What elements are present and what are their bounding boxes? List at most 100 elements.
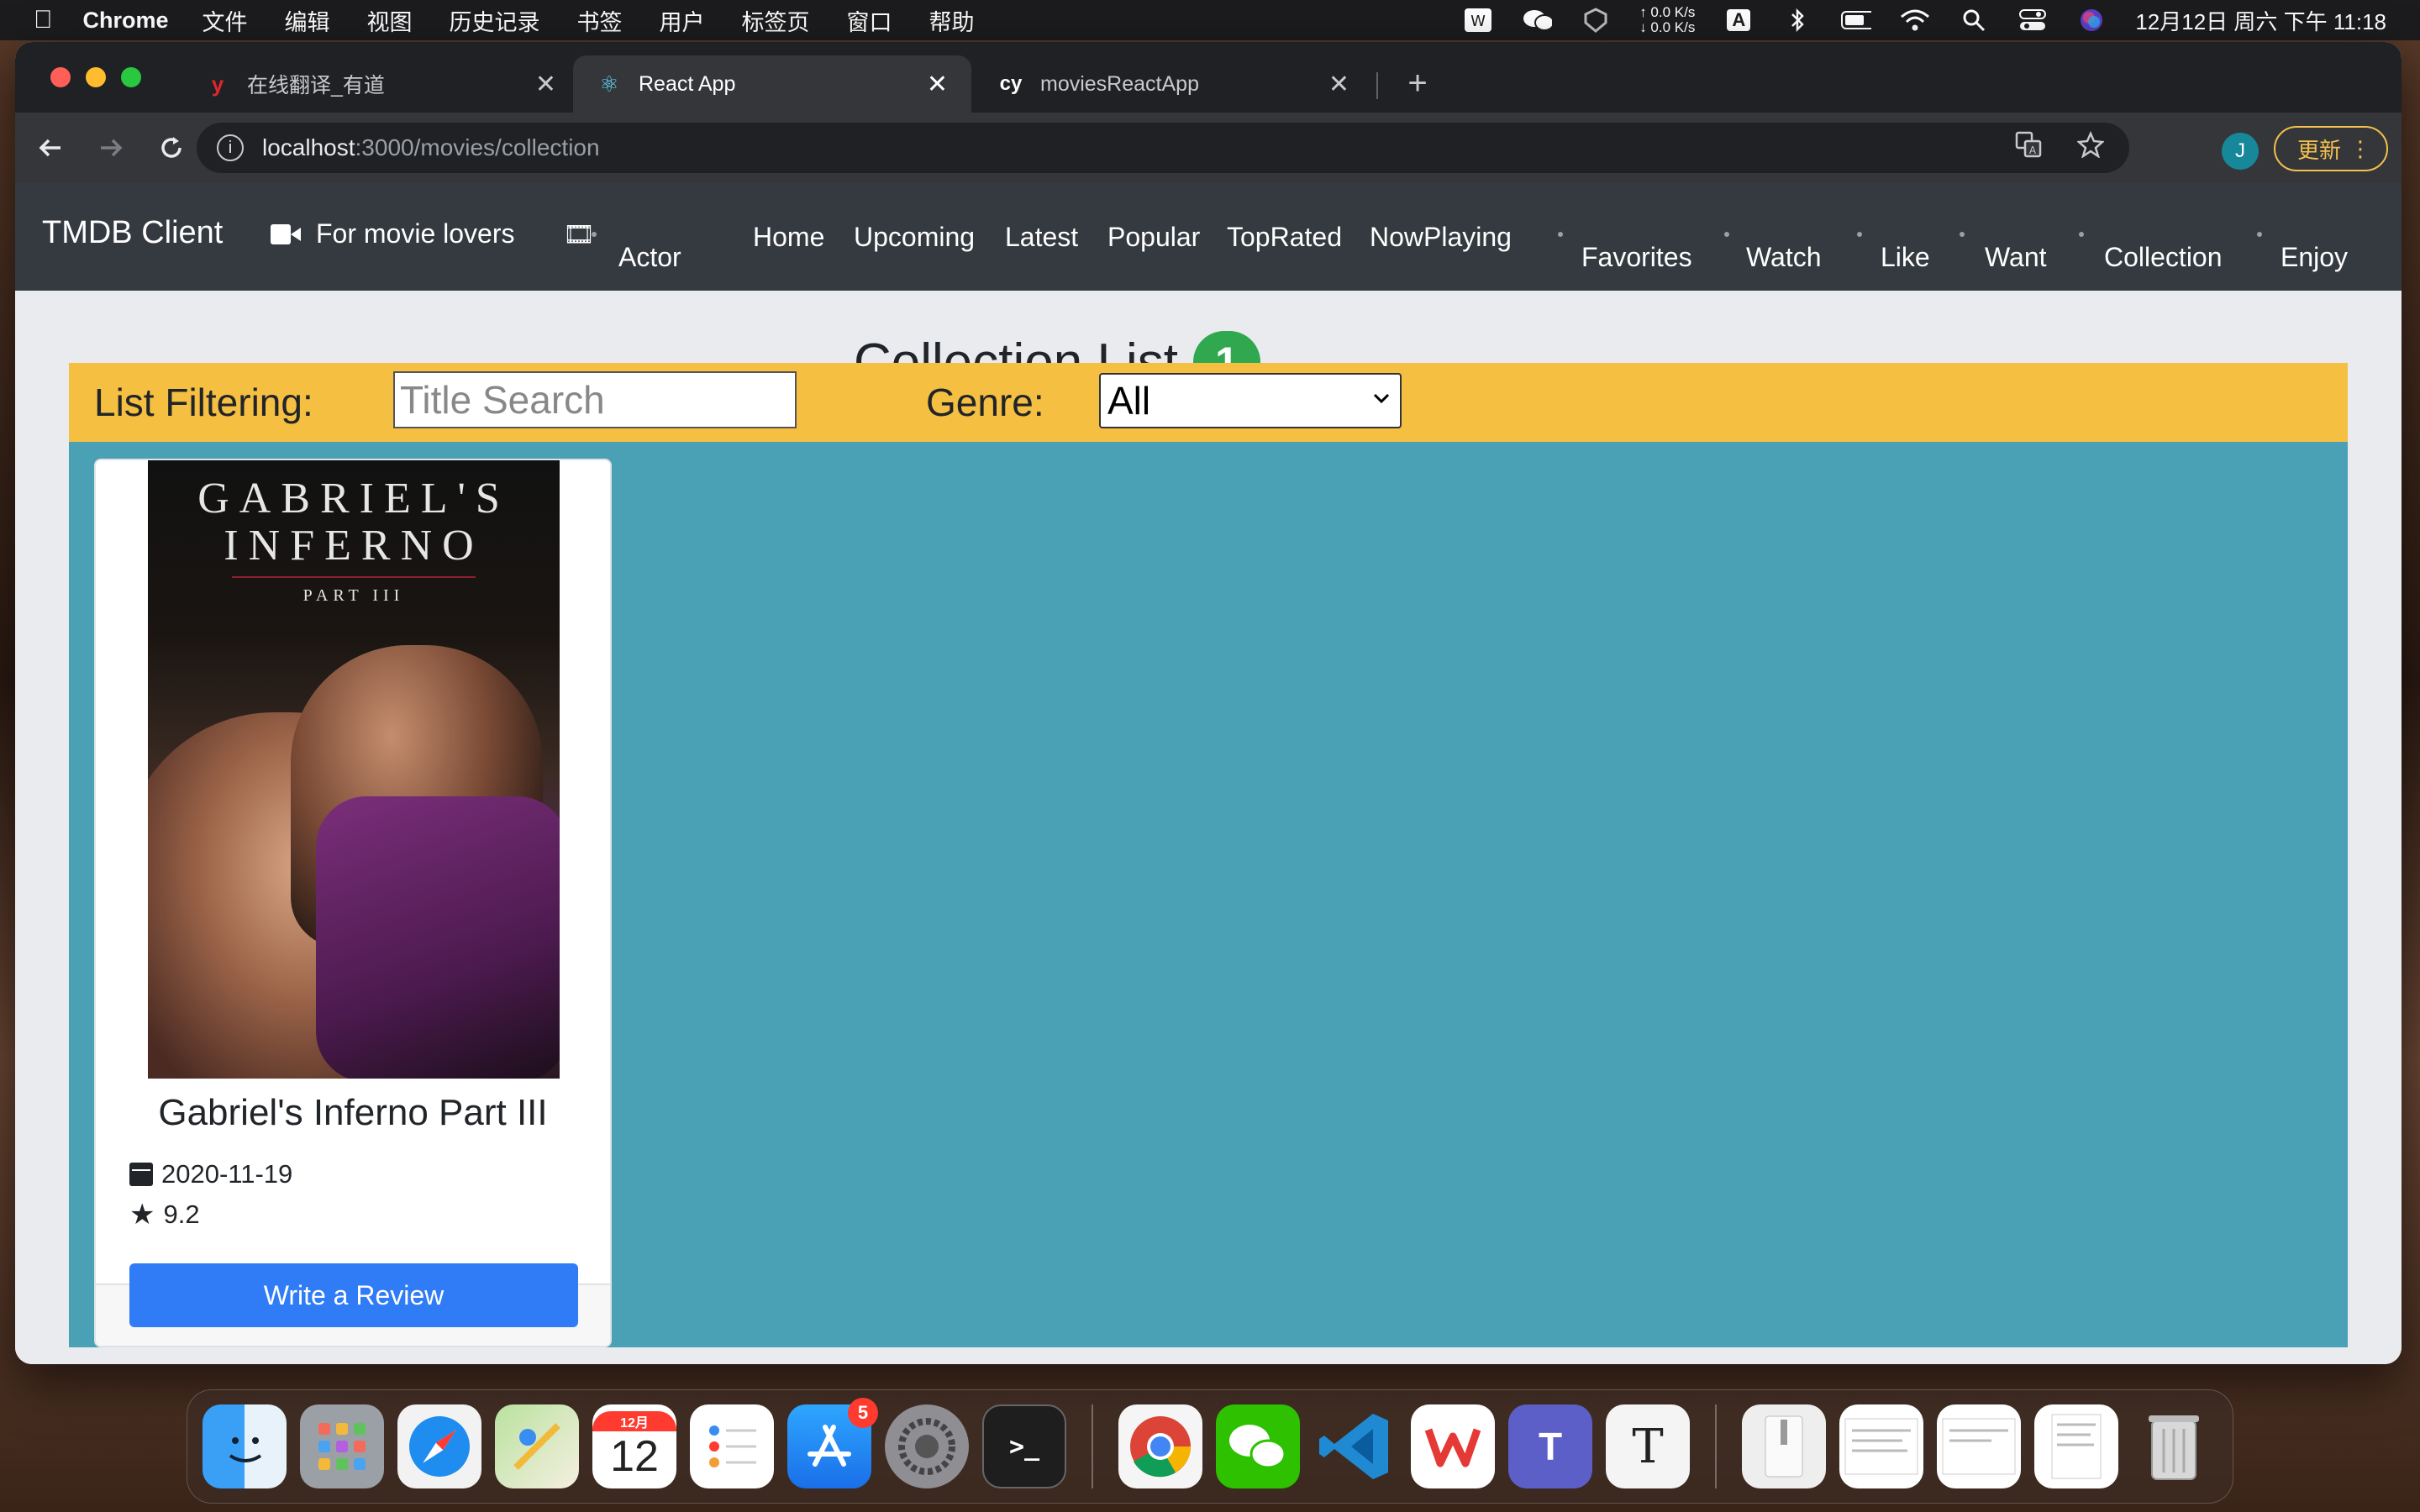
nav-dot (2079, 232, 2084, 237)
poster-title-line-1: GABRIEL'S (197, 475, 510, 522)
menu-profiles[interactable]: 用户 (660, 4, 705, 37)
finder-icon[interactable] (203, 1404, 287, 1488)
minimize-window-button[interactable] (86, 67, 106, 87)
nav-want[interactable]: Want (1985, 242, 2047, 273)
input-method-icon[interactable]: A (1723, 8, 1754, 33)
microsoft-teams-icon[interactable]: T (1508, 1404, 1592, 1488)
zoom-window-button[interactable] (121, 67, 141, 87)
menu-edit[interactable]: 编辑 (285, 4, 330, 37)
recent-document-thumbnail[interactable] (1839, 1404, 1923, 1488)
recent-document-thumbnail[interactable] (1937, 1404, 2021, 1488)
wps-tray-icon[interactable]: W (1463, 8, 1493, 33)
system-preferences-icon[interactable] (885, 1404, 969, 1488)
menu-help[interactable]: 帮助 (929, 4, 975, 37)
close-tab-icon[interactable]: ✕ (1328, 70, 1349, 99)
bluetooth-icon[interactable] (1782, 8, 1812, 33)
dock-separator (1092, 1404, 1093, 1488)
new-tab-button[interactable]: + (1397, 62, 1439, 104)
launchpad-icon[interactable] (300, 1404, 384, 1488)
write-review-button[interactable]: Write a Review (129, 1263, 578, 1327)
nav-nowplaying[interactable]: NowPlaying (1370, 222, 1512, 253)
nav-popular[interactable]: Popular (1107, 222, 1200, 253)
calendar-icon[interactable]: 12月 12 (592, 1404, 676, 1488)
reload-button[interactable] (146, 123, 197, 173)
nav-watch[interactable]: Watch (1746, 242, 1822, 273)
menubar-clock[interactable]: 12月12日 周六 下午 11:18 (2135, 5, 2386, 36)
close-window-button[interactable] (50, 67, 71, 87)
profile-avatar[interactable]: J (2222, 133, 2259, 170)
nav-enjoy[interactable]: Enjoy (2281, 242, 2348, 273)
translate-icon[interactable]: A (2015, 131, 2042, 165)
spotlight-search-icon[interactable] (1959, 8, 1989, 33)
menu-app-name[interactable]: Chrome (83, 8, 169, 34)
nav-home[interactable]: Home (753, 222, 824, 253)
menu-window[interactable]: 窗口 (847, 4, 892, 37)
tab-label: 在线翻译_有道 (247, 74, 385, 97)
calendar-month: 12月 (592, 1411, 676, 1431)
nav-upcoming[interactable]: Upcoming (854, 222, 975, 253)
menu-bookmarks[interactable]: 书签 (577, 4, 623, 37)
app-store-icon[interactable]: 5 (787, 1398, 878, 1488)
menu-file[interactable]: 文件 (203, 4, 248, 37)
nav-actor[interactable]: Actor (618, 242, 681, 273)
tgz-archive-icon[interactable] (1742, 1404, 1826, 1488)
filter-bar: List Filtering: Title Search Genre: All (69, 363, 2348, 442)
battery-icon[interactable] (1841, 8, 1872, 33)
nav-dot (1857, 232, 1862, 237)
tab-react-app[interactable]: ⚛ React App ✕ (573, 55, 971, 113)
genre-select[interactable]: All (1099, 373, 1402, 428)
close-tab-icon[interactable]: ✕ (535, 70, 556, 99)
wifi-icon[interactable] (1900, 8, 1930, 33)
terminal-icon[interactable]: >_ (982, 1404, 1066, 1488)
chrome-update-button[interactable]: 更新 ⋮ (2274, 126, 2388, 171)
menu-view[interactable]: 视图 (367, 4, 413, 37)
close-tab-icon[interactable]: ✕ (927, 70, 948, 99)
nav-collection[interactable]: Collection (2104, 242, 2223, 273)
network-speed: ↑ 0.0 K/s ↓ 0.0 K/s (1639, 5, 1695, 35)
tagline: For movie lovers (271, 218, 515, 249)
tab-strip: y 在线翻译_有道 ✕ ⚛ React App ✕ cy moviesReact… (15, 42, 2402, 113)
siri-icon[interactable] (2076, 8, 2107, 33)
wps-office-icon[interactable] (1411, 1404, 1495, 1488)
address-bar[interactable]: i localhost:3000/movies/collection A (197, 123, 2129, 173)
list-filtering-label: List Filtering: (94, 381, 313, 424)
control-center-icon[interactable] (2018, 8, 2048, 33)
maps-icon[interactable] (495, 1404, 579, 1488)
safari-icon[interactable] (397, 1404, 481, 1488)
trash-icon[interactable] (2132, 1404, 2216, 1488)
dock-separator (1715, 1404, 1717, 1488)
movie-card: GABRIEL'S INFERNO PART III Gabriel's Inf… (94, 459, 612, 1347)
wechat-tray-icon[interactable] (1522, 8, 1553, 33)
poster-divider (232, 576, 476, 578)
chrome-icon[interactable] (1118, 1404, 1202, 1488)
tab-movies-react-app[interactable]: cy moviesReactApp ✕ (975, 55, 1373, 113)
wechat-icon[interactable] (1216, 1404, 1300, 1488)
reminders-icon[interactable] (690, 1404, 774, 1488)
nav-toprated[interactable]: TopRated (1227, 222, 1342, 253)
bookmark-star-icon[interactable] (2076, 130, 2105, 165)
net-upload-speed: ↑ 0.0 K/s (1639, 4, 1696, 20)
nav-favorites[interactable]: Favorites (1581, 242, 1692, 273)
site-info-icon[interactable]: i (217, 134, 244, 161)
recent-document-thumbnail[interactable] (2034, 1404, 2118, 1488)
vscode-icon[interactable] (1313, 1404, 1397, 1488)
browser-window: y 在线翻译_有道 ✕ ⚛ React App ✕ cy moviesReact… (15, 42, 2402, 1364)
brand-link[interactable]: TMDB Client (42, 215, 223, 251)
tab-youdao-translate[interactable]: y 在线翻译_有道 ✕ (182, 55, 580, 113)
poster-figure (316, 796, 560, 1079)
menu-history[interactable]: 历史记录 (450, 4, 540, 37)
title-search-input[interactable]: Title Search (393, 371, 797, 428)
nav-latest[interactable]: Latest (1005, 222, 1078, 253)
apple-menu-icon[interactable]:  (34, 6, 53, 34)
window-controls (50, 67, 141, 87)
movie-poster[interactable]: GABRIEL'S INFERNO PART III (148, 460, 560, 1079)
back-button[interactable] (25, 123, 76, 173)
star-icon: ★ (129, 1199, 155, 1231)
vpn-tray-icon[interactable] (1581, 8, 1611, 33)
menu-tab[interactable]: 标签页 (742, 4, 810, 37)
typora-icon[interactable]: T (1606, 1404, 1690, 1488)
svg-text:W: W (1470, 13, 1486, 30)
nav-like[interactable]: Like (1881, 242, 1930, 273)
input-method-label: A (1727, 9, 1751, 31)
forward-button[interactable] (86, 123, 136, 173)
